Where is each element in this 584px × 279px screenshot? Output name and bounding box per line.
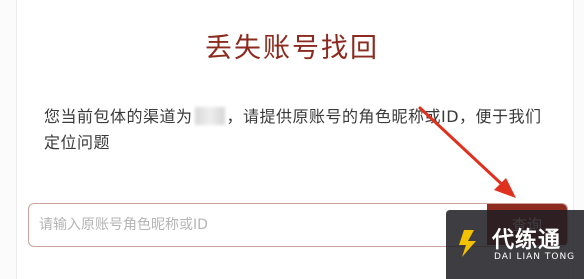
redacted-channel-name	[194, 107, 225, 125]
nickname-or-id-input[interactable]	[29, 204, 487, 245]
watermark-subtitle: DAI LIAN TONG	[494, 252, 576, 262]
watermark: 代练通 DAI LIAN TONG	[446, 210, 584, 279]
description-text: 您当前包体的渠道为 ，请提供原账号的角色昵称或ID，便于我们定位问题	[44, 104, 544, 156]
description-part-1: 您当前包体的渠道为	[44, 107, 193, 126]
lightning-logo-icon	[459, 230, 476, 257]
page-title: 丢失账号找回	[205, 33, 379, 64]
watermark-brand: 代练通	[492, 228, 562, 253]
account-recovery-screen: 丢失账号找回 您当前包体的渠道为 ，请提供原账号的角色昵称或ID，便于我们定位问题…	[0, 0, 584, 279]
